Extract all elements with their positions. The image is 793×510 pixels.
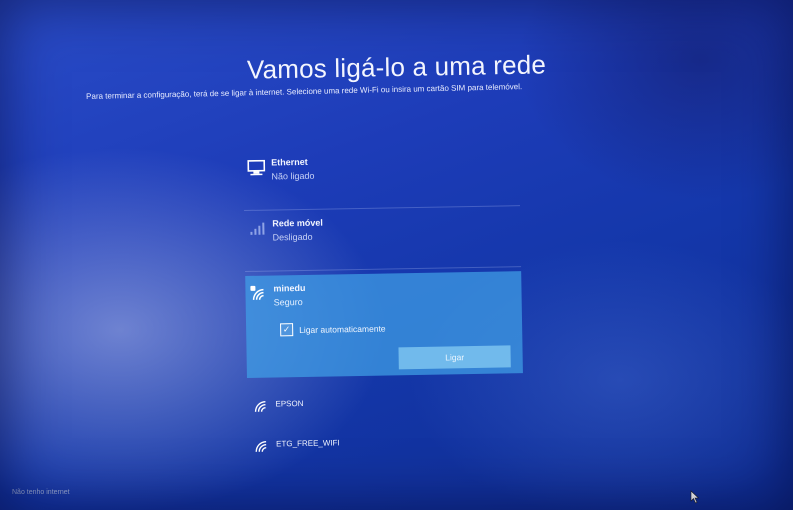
network-item-minedu[interactable]: minedu Seguro ✓ Ligar automaticamente Li… bbox=[245, 271, 523, 378]
network-name: EPSON bbox=[275, 398, 304, 409]
connect-button[interactable]: Ligar bbox=[398, 345, 511, 370]
auto-connect-label: Ligar automaticamente bbox=[299, 323, 386, 335]
wifi-icon bbox=[250, 396, 270, 416]
network-item-etg-free-wifi[interactable]: ETG_FREE_WIFI bbox=[248, 421, 525, 466]
network-status: Seguro bbox=[273, 296, 303, 308]
network-name: ETG_FREE_WIFI bbox=[276, 438, 340, 449]
network-list: Ethernet Não ligado Rede móvel Desligado… bbox=[243, 145, 524, 466]
ethernet-icon bbox=[246, 158, 266, 178]
auto-connect-checkbox[interactable]: ✓ Ligar automaticamente bbox=[280, 322, 386, 337]
network-status: Desligado bbox=[272, 231, 313, 243]
network-item-epson[interactable]: EPSON bbox=[247, 381, 524, 426]
checkbox-checked-icon[interactable]: ✓ bbox=[280, 323, 294, 337]
cellular-icon bbox=[247, 219, 267, 239]
setup-screen: Vamos ligá-lo a uma rede Para terminar a… bbox=[0, 0, 793, 510]
wifi-secure-icon bbox=[248, 284, 268, 304]
network-item-mobile[interactable]: Rede móvel Desligado bbox=[244, 206, 522, 272]
wifi-icon bbox=[251, 436, 271, 456]
network-name: Rede móvel bbox=[272, 217, 323, 229]
skip-internet-link[interactable]: Não tenho internet bbox=[12, 489, 70, 496]
network-item-ethernet[interactable]: Ethernet Não ligado bbox=[243, 145, 521, 211]
mouse-cursor-icon bbox=[690, 490, 700, 504]
network-status: Não ligado bbox=[271, 170, 315, 182]
network-name: Ethernet bbox=[271, 156, 308, 168]
network-name: minedu bbox=[273, 282, 306, 294]
